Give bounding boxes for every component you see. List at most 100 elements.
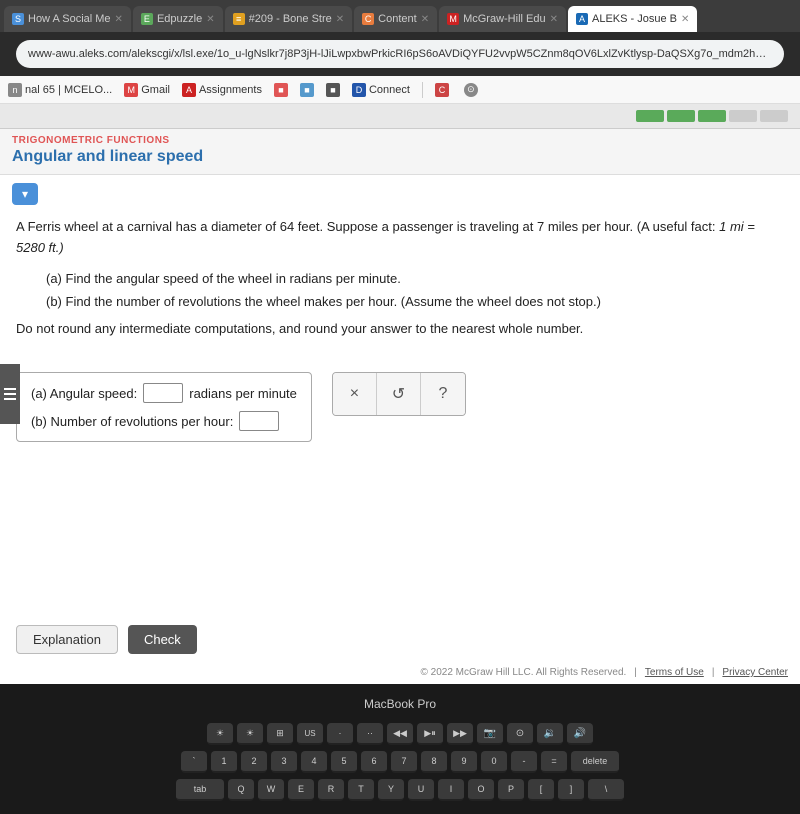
times-button[interactable]: × [333,372,377,416]
key-u[interactable]: U [408,779,434,801]
keyboard-area: MacBook Pro ☀ ☀ ⊞ US · ·· ◀◀ ▶⏸ ▶▶ 📷 ⊙ 🔉… [0,684,800,814]
tab-label-edpuzzle: Edpuzzle [157,13,202,25]
help-button[interactable]: ? [421,372,465,416]
key-t[interactable]: T [348,779,374,801]
key-camera[interactable]: 📷 [477,723,503,745]
bookmark-connect[interactable]: C [435,83,452,97]
hamburger-line-1 [4,388,16,390]
progress-segment-2 [667,110,695,122]
progress-segment-5 [760,110,788,122]
bookmark-icon3[interactable]: ■ [326,83,340,97]
key-p[interactable]: P [498,779,524,801]
answer-label-a: (a) Angular speed: [31,386,137,401]
tab-close-content[interactable]: ✕ [421,14,429,25]
address-bar[interactable]: www-awu.aleks.com/alekscgi/x/lsl.exe/1o_… [16,40,784,68]
key-5[interactable]: 5 [331,751,357,773]
key-minus[interactable]: - [511,751,537,773]
key-brightness-up[interactable]: ☀ [237,723,263,745]
key-q[interactable]: Q [228,779,254,801]
key-8[interactable]: 8 [421,751,447,773]
explanation-button[interactable]: Explanation [16,625,118,654]
topic-title: Angular and linear speed [12,148,788,166]
tab-content[interactable]: C Content ✕ [354,6,437,32]
bookmark-icon2[interactable]: ■ [300,83,314,97]
key-brightness-down[interactable]: ☀ [207,723,233,745]
bookmark-icon1[interactable]: ■ [274,83,288,97]
footer-privacy[interactable]: Privacy Center [722,667,788,678]
bookmark-favicon-icon2: ■ [300,83,314,97]
tab-favicon-edpuzzle: E [141,13,153,25]
bookmark-deltamath[interactable]: D Connect [352,83,410,97]
key-volume-down[interactable]: 🔉 [537,723,563,745]
key-delete[interactable]: delete [571,751,619,773]
key-bracket-open[interactable]: [ [528,779,554,801]
answer-input-b[interactable] [239,411,279,431]
key-1[interactable]: 1 [211,751,237,773]
key-e[interactable]: E [288,779,314,801]
key-tab[interactable]: tab [176,779,224,801]
key-fast-forward[interactable]: ▶▶ [447,723,473,745]
footer-terms[interactable]: Terms of Use [645,667,704,678]
tab-close-social[interactable]: ✕ [115,14,123,25]
tab-edpuzzle[interactable]: E Edpuzzle ✕ [133,6,223,32]
tab-aleks[interactable]: A ALEKS - Josue B ✕ [568,6,697,32]
bookmark-mcelo[interactable]: n nal 65 | MCELO... [8,83,112,97]
bookmark-favicon-assignments: A [182,83,196,97]
key-siri[interactable]: ⊙ [507,723,533,745]
collapse-button[interactable]: ▾ [12,183,38,205]
bookmark-gmail[interactable]: M Gmail [124,83,170,97]
key-bracket-close[interactable]: ] [558,779,584,801]
key-language[interactable]: US [297,723,323,745]
key-9[interactable]: 9 [451,751,477,773]
bookmark-icon4[interactable]: ⊙ [464,83,478,97]
answer-label-b: (b) Number of revolutions per hour: [31,414,233,429]
hamburger-line-3 [4,398,16,400]
key-6[interactable]: 6 [361,751,387,773]
key-2[interactable]: 2 [241,751,267,773]
key-backslash[interactable]: \ [588,779,624,801]
bottom-buttons: Explanation Check [16,625,197,654]
topic-category: TRIGONOMETRIC FUNCTIONS [12,135,788,146]
tab-mcgraw[interactable]: M McGraw-Hill Edu ✕ [439,6,566,32]
key-volume-up[interactable]: 🔊 [567,723,593,745]
footer-divider2: | [712,667,715,678]
key-w[interactable]: W [258,779,284,801]
keyboard-row-fn: ☀ ☀ ⊞ US · ·· ◀◀ ▶⏸ ▶▶ 📷 ⊙ 🔉 🔊 [207,723,593,745]
tab-close-aleks[interactable]: ✕ [681,14,689,25]
tab-close-mcgraw[interactable]: ✕ [550,14,558,25]
tab-social[interactable]: S How A Social Me ✕ [4,6,131,32]
bookmark-label-assignments: Assignments [199,84,262,96]
sidebar-menu-icon[interactable] [0,364,20,424]
key-4[interactable]: 4 [301,751,327,773]
address-bar-container: www-awu.aleks.com/alekscgi/x/lsl.exe/1o_… [0,32,800,76]
key-7[interactable]: 7 [391,751,417,773]
tab-bone[interactable]: ≡ #209 - Bone Stre ✕ [225,6,353,32]
key-rewind[interactable]: ◀◀ [387,723,413,745]
key-backtick[interactable]: ` [181,751,207,773]
key-i[interactable]: I [438,779,464,801]
check-button[interactable]: Check [128,625,197,654]
answer-unit-a: radians per minute [189,386,297,401]
undo-button[interactable]: ↺ [377,372,421,416]
key-keyboard-bright-down[interactable]: · [327,723,353,745]
topic-header: TRIGONOMETRIC FUNCTIONS Angular and line… [0,129,800,175]
bookmark-assignments[interactable]: A Assignments [182,83,262,97]
key-keyboard-bright-up[interactable]: ·· [357,723,383,745]
bookmark-favicon-connect: C [435,83,449,97]
key-0[interactable]: 0 [481,751,507,773]
key-o[interactable]: O [468,779,494,801]
tab-close-edpuzzle[interactable]: ✕ [206,14,214,25]
key-play-pause[interactable]: ▶⏸ [417,723,443,745]
key-equals[interactable]: = [541,751,567,773]
aleks-header [0,104,800,129]
bookmark-label-gmail: Gmail [141,84,170,96]
key-y[interactable]: Y [378,779,404,801]
progress-segment-1 [636,110,664,122]
collapse-icon: ▾ [22,187,28,201]
tab-close-bone[interactable]: ✕ [336,14,344,25]
key-r[interactable]: R [318,779,344,801]
answer-input-a[interactable] [143,383,183,403]
key-mission-control[interactable]: ⊞ [267,723,293,745]
footer-divider: | [634,667,637,678]
key-3[interactable]: 3 [271,751,297,773]
